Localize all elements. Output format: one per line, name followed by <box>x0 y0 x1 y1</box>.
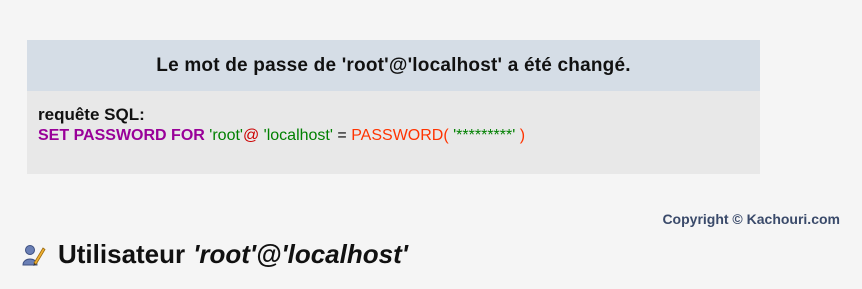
user-edit-icon <box>22 244 46 266</box>
copyright-text: Copyright © Kachouri.com <box>662 211 840 227</box>
sql-password-value: '*********' <box>453 127 516 144</box>
sql-host-string: 'localhost' <box>263 127 333 144</box>
sql-query-text: SET PASSWORD FOR 'root'@ 'localhost' = P… <box>38 127 749 145</box>
sql-equals: = <box>337 127 347 144</box>
user-heading-label: Utilisateur <box>58 239 186 269</box>
sql-function: PASSWORD( <box>351 127 449 144</box>
sql-keyword: SET PASSWORD FOR <box>38 127 205 144</box>
user-heading-name: 'root'@'localhost' <box>193 239 408 269</box>
sql-at-sign: @ <box>242 127 260 144</box>
sql-close-paren: ) <box>519 127 526 144</box>
user-heading: Utilisateur 'root'@'localhost' <box>22 239 408 270</box>
success-message-title: Le mot de passe de 'root'@'localhost' a … <box>27 40 760 91</box>
sql-user-string: 'root' <box>209 127 243 144</box>
sql-query-label: requête SQL: <box>38 105 145 124</box>
success-message-box: Le mot de passe de 'root'@'localhost' a … <box>27 40 760 174</box>
sql-query-panel: requête SQL: SET PASSWORD FOR 'root'@ 'l… <box>27 91 760 174</box>
